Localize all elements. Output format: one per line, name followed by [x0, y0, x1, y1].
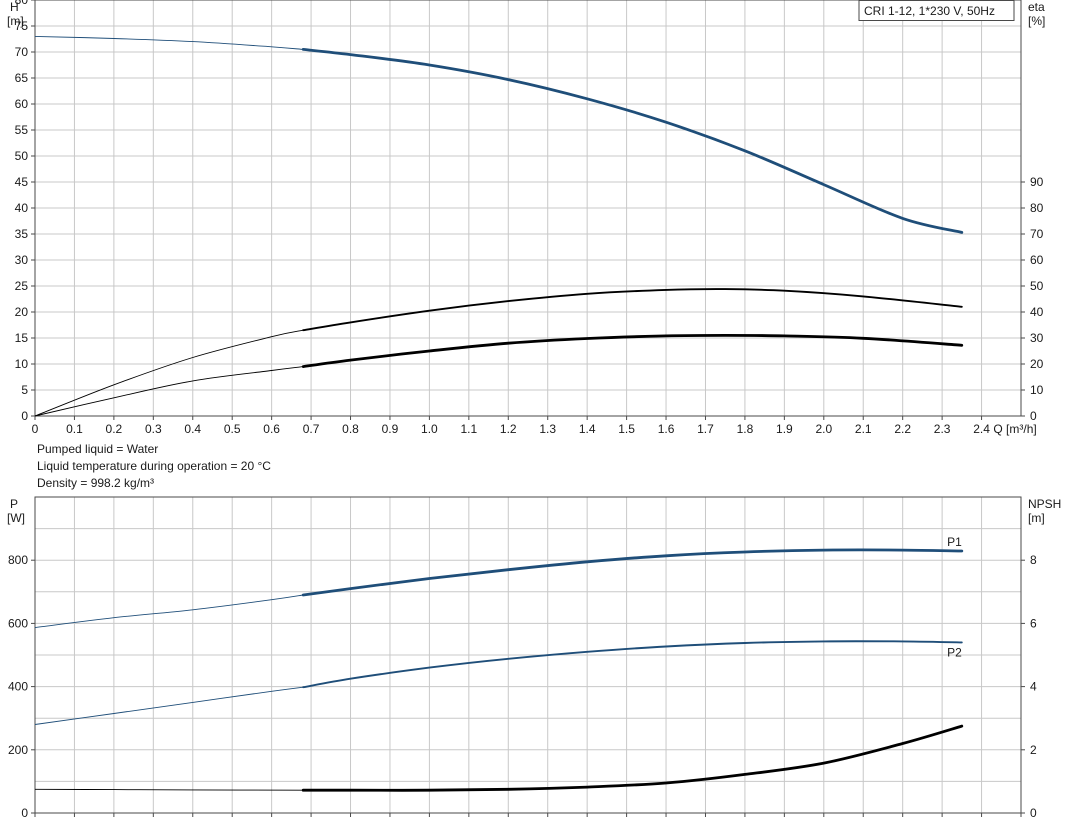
x-tick-label: 1.0 — [421, 422, 438, 436]
y-left-tick-label: 60 — [15, 97, 29, 111]
y-right-tick-label: 30 — [1030, 331, 1044, 345]
series-0-0-curve-extrapolated — [34, 35, 304, 50]
y-left-tick-label: 0 — [21, 409, 28, 423]
y-left-tick-label: 200 — [8, 743, 28, 757]
chart-title: CRI 1-12, 1*230 V, 50Hz — [864, 4, 995, 18]
x-tick-label: 2.0 — [815, 422, 832, 436]
x-tick-label: 1.3 — [539, 422, 556, 436]
x-tick-label: 1.5 — [618, 422, 635, 436]
y-right-axis-label: NPSH — [1028, 497, 1061, 511]
y-right-axis-unit: [%] — [1028, 14, 1045, 28]
pumped-liquid-text: Pumped liquid = Water — [37, 442, 159, 456]
x-tick-label: 2.3 — [934, 422, 951, 436]
y-left-tick-label: 0 — [21, 806, 28, 820]
y-left-tick-label: 5 — [21, 383, 28, 397]
y-left-tick-label: 65 — [15, 71, 29, 85]
y-left-tick-label: 20 — [15, 305, 29, 319]
y-right-tick-label: 8 — [1030, 553, 1037, 567]
x-tick-label: 0.9 — [382, 422, 399, 436]
y-left-tick-label: 600 — [8, 616, 28, 630]
y-left-tick-label: 400 — [8, 680, 28, 694]
y-left-tick-label: 45 — [15, 175, 29, 189]
x-tick-label: 0.8 — [342, 422, 359, 436]
x-tick-label: 1.7 — [697, 422, 714, 436]
x-tick-label: 2.2 — [894, 422, 911, 436]
y-left-axis-unit: [m] — [7, 14, 24, 28]
y-right-tick-label: 80 — [1030, 201, 1044, 215]
power-npsh-chart: 0 200 400 600 800 0 2 4 6 8 P[W] NPSH[m] P1 P2 — [7, 496, 1061, 820]
y-left-tick-label: 35 — [15, 227, 29, 241]
density-text: Density = 998.2 kg/m³ — [37, 476, 155, 490]
y-left-tick-label: 30 — [15, 253, 29, 267]
y-right-tick-label: 20 — [1030, 357, 1044, 371]
series-0-2-curve-extrapolated — [34, 366, 304, 417]
x-tick-label: 1.4 — [579, 422, 596, 436]
series-label-p2: P2 — [947, 645, 962, 659]
x-tick-label: 2.1 — [855, 422, 872, 436]
x-tick-label: 0.5 — [224, 422, 241, 436]
y-right-tick-label: 90 — [1030, 175, 1044, 189]
y-left-tick-label: 15 — [15, 331, 29, 345]
x-tick-label: 0.6 — [263, 422, 280, 436]
y-right-tick-label: 10 — [1030, 383, 1044, 397]
x-axis-label: Q [m³/h] — [993, 422, 1036, 436]
series-0-1-curve-extrapolated — [34, 329, 304, 417]
series-p2-curve-extrapolated — [34, 686, 304, 725]
y-left-tick-label: 800 — [8, 553, 28, 567]
series-label-p1: P1 — [947, 535, 962, 549]
x-tick-label: 0.2 — [106, 422, 123, 436]
x-tick-label: 1.2 — [500, 422, 517, 436]
pump-curve-figure: 0510152025303540455055606570758001020304… — [7, 0, 1061, 820]
y-right-tick-label: 2 — [1030, 743, 1037, 757]
y-right-tick-label: 0 — [1030, 409, 1037, 423]
y-left-tick-label: 25 — [15, 279, 29, 293]
y-left-axis-label: P — [10, 497, 18, 511]
x-tick-label: 0.4 — [184, 422, 201, 436]
x-tick-label: 2.4 — [973, 422, 990, 436]
x-tick-label: 0.1 — [66, 422, 83, 436]
y-left-tick-label: 10 — [15, 357, 29, 371]
y-right-tick-label: 0 — [1030, 806, 1037, 820]
y-right-axis-label: eta — [1028, 0, 1045, 14]
x-tick-label: 0.3 — [145, 422, 162, 436]
y-left-tick-label: 55 — [15, 123, 29, 137]
y-left-tick-label: 70 — [15, 45, 29, 59]
series-p1-curve-extrapolated — [34, 594, 304, 628]
y-right-tick-label: 50 — [1030, 279, 1044, 293]
y-right-tick-label: 6 — [1030, 616, 1037, 630]
x-tick-label: 1.8 — [737, 422, 754, 436]
y-left-tick-label: 40 — [15, 201, 29, 215]
y-right-tick-label: 70 — [1030, 227, 1044, 241]
x-tick-label: 0.7 — [303, 422, 320, 436]
y-left-axis-label: H — [10, 0, 19, 14]
y-right-tick-label: 60 — [1030, 253, 1044, 267]
y-right-tick-label: 4 — [1030, 680, 1037, 694]
x-tick-label: 1.1 — [460, 422, 477, 436]
liquid-temperature-text: Liquid temperature during operation = 20… — [37, 459, 271, 473]
x-tick-label: 0 — [32, 422, 39, 436]
y-right-tick-label: 40 — [1030, 305, 1044, 319]
y-right-axis-unit: [m] — [1028, 511, 1045, 525]
x-tick-label: 1.9 — [776, 422, 793, 436]
head-efficiency-chart: 0510152025303540455055606570758001020304… — [7, 0, 1045, 436]
x-tick-label: 1.6 — [658, 422, 675, 436]
series-1-2-curve-extrapolated — [34, 788, 304, 791]
y-left-axis-unit: [W] — [7, 511, 25, 525]
y-left-tick-label: 50 — [15, 149, 29, 163]
